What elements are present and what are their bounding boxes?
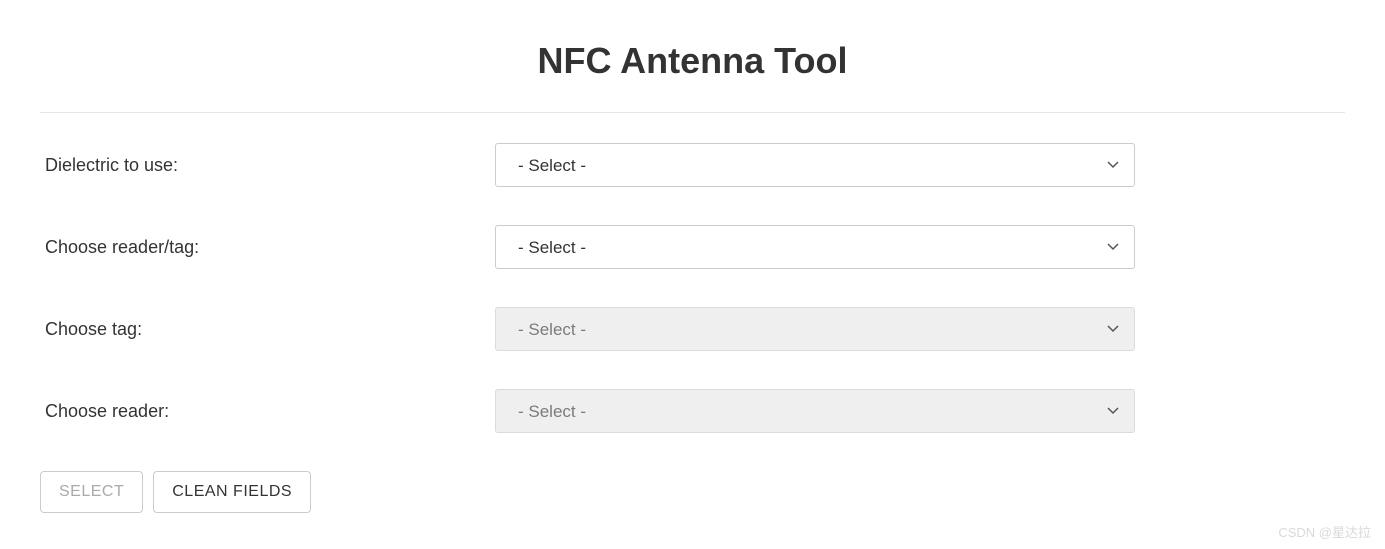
select-dielectric[interactable]: - Select - (495, 143, 1135, 187)
select-reader-tag[interactable]: - Select - (495, 225, 1135, 269)
watermark: CSDN @星达拉 (1278, 522, 1371, 541)
row-dielectric: Dielectric to use: - Select - (40, 143, 1345, 187)
select-wrap-tag: - Select - (495, 307, 1135, 351)
button-row: SELECT CLEAN FIELDS (40, 471, 1345, 513)
select-wrap-reader: - Select - (495, 389, 1135, 433)
row-reader: Choose reader: - Select - (40, 389, 1345, 433)
label-dielectric: Dielectric to use: (40, 155, 495, 176)
label-tag: Choose tag: (40, 319, 495, 340)
label-reader: Choose reader: (40, 401, 495, 422)
row-reader-tag: Choose reader/tag: - Select - (40, 225, 1345, 269)
divider (40, 112, 1345, 113)
label-reader-tag: Choose reader/tag: (40, 237, 495, 258)
row-tag: Choose tag: - Select - (40, 307, 1345, 351)
select-wrap-dielectric: - Select - (495, 143, 1135, 187)
page-title: NFC Antenna Tool (40, 40, 1345, 82)
select-tag: - Select - (495, 307, 1135, 351)
clean-fields-button[interactable]: CLEAN FIELDS (153, 471, 311, 513)
select-reader: - Select - (495, 389, 1135, 433)
select-wrap-reader-tag: - Select - (495, 225, 1135, 269)
select-button: SELECT (40, 471, 143, 513)
